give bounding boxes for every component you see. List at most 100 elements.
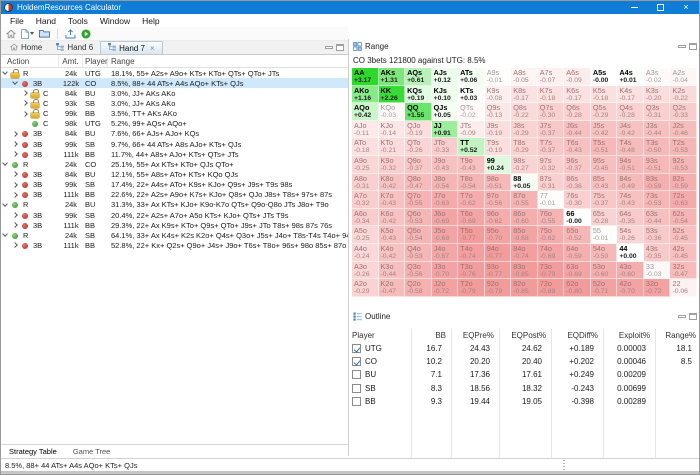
hand-cell-53o[interactable]: 53o -0.60 [590, 261, 618, 280]
outline-row[interactable]: UTG 16.7 24.43 24.62 +0.189 0.00003 18.1 [349, 342, 699, 355]
hand-cell-22[interactable]: 22 -0.06 [670, 279, 697, 297]
chevron-right-icon[interactable] [12, 191, 18, 198]
hand-cell-AQs[interactable]: AQs +0.61 [405, 68, 432, 86]
hand-cell-76o[interactable]: 76o -0.55 [537, 208, 565, 227]
hand-cell-J3o[interactable]: J3o -0.70 [431, 261, 459, 280]
hand-cell-AJs[interactable]: AJs +0.12 [431, 68, 459, 86]
hand-cell-T6o[interactable]: T6o -0.69 [458, 208, 485, 227]
tab-strategy-table[interactable]: Strategy Table [1, 447, 65, 456]
hand-cell-A3o[interactable]: A3o -0.26 [352, 261, 379, 280]
hand-cell-K4o[interactable]: K4o -0.42 [378, 243, 406, 262]
chevron-down-icon[interactable] [2, 69, 8, 75]
hand-cell-K6s[interactable]: K6s -0.17 [564, 85, 591, 104]
hand-cell-Q8s[interactable]: Q8s -0.22 [511, 103, 538, 121]
hand-cell-J2o[interactable]: J2o -0.72 [431, 279, 459, 297]
hand-cell-92s[interactable]: 92s -0.53 [670, 155, 697, 174]
hand-cell-88[interactable]: 88 +0.05 [511, 173, 538, 192]
range-panel-header[interactable]: Range [349, 39, 699, 53]
hand-cell-J6o[interactable]: J6o -0.69 [431, 208, 459, 227]
hand-cell-T8s[interactable]: T8s -0.29 [511, 138, 538, 156]
hand-cell-KJs[interactable]: KJs +0.10 [431, 85, 459, 104]
hand-cell-J4o[interactable]: J4o -0.67 [431, 243, 459, 262]
hand-cell-64s[interactable]: 64s -0.35 [617, 208, 644, 227]
hand-cell-K9s[interactable]: K9s -0.08 [484, 85, 512, 104]
menu-help[interactable]: Help [136, 16, 165, 26]
hand-cell-42s[interactable]: 42s -0.45 [670, 243, 697, 262]
chevron-right-icon[interactable] [22, 110, 28, 117]
hand-cell-66[interactable]: 66 -0.00 [564, 208, 591, 227]
tree-row[interactable]: C 93k SB 3.0%, JJ+ AKs AKo [1, 98, 348, 108]
hand-cell-44[interactable]: 44 +0.00 [617, 243, 644, 262]
hand-cell-ATo[interactable]: ATo -0.18 [352, 138, 379, 156]
maximize-panel-icon[interactable] [689, 42, 697, 50]
hand-cell-64o[interactable]: 64o -0.59 [564, 243, 591, 262]
chevron-right-icon[interactable] [12, 181, 18, 188]
hand-cell-76s[interactable]: 76s -0.30 [564, 191, 591, 209]
hand-cell-KK[interactable]: KK +2.26 [378, 85, 406, 104]
hand-cell-AJo[interactable]: AJo -0.11 [352, 120, 379, 139]
hand-cell-T9s[interactable]: T9s -0.19 [484, 138, 512, 156]
hand-cell-65s[interactable]: 65s -0.28 [590, 208, 618, 227]
hand-cell-TT[interactable]: TT +0.52 [458, 138, 485, 156]
hand-cell-J7o[interactable]: J7o -0.63 [431, 191, 459, 209]
tree-row[interactable]: C 98k UTG 5.2%, 99+ AQs+ AQo+ [1, 119, 348, 129]
chevron-right-icon[interactable] [12, 131, 18, 137]
hand-cell-Q9o[interactable]: Q9o -0.37 [405, 155, 432, 174]
column-header-amt[interactable]: Amt. [59, 55, 83, 67]
player-checkbox[interactable] [352, 396, 361, 406]
titlebar[interactable]: HoldemResources Calculator × [1, 1, 699, 14]
minimize-panel-icon[interactable] [678, 314, 686, 318]
chevron-right-icon[interactable] [12, 151, 18, 158]
hand-cell-Q2o[interactable]: Q2o -0.58 [405, 279, 432, 297]
tree-row[interactable]: R 24k BU 31.3%, 33+ Ax KTs+ KJo+ K9o-K7o QT… [1, 200, 348, 210]
chevron-down-icon[interactable] [2, 201, 8, 207]
chevron-right-icon[interactable] [12, 141, 18, 147]
hand-cell-A6s[interactable]: A6s -0.09 [564, 68, 591, 86]
hand-cell-94o[interactable]: 94o -0.77 [484, 243, 512, 262]
hand-cell-K8s[interactable]: K8s -0.17 [511, 85, 538, 104]
hand-cell-A6o[interactable]: A6o -0.34 [352, 208, 379, 227]
hand-cell-T5o[interactable]: T5o -0.77 [458, 226, 485, 244]
tree-row[interactable]: 3B 84k BU 7.6%, 66+ AJs+ AJo+ KQs [1, 129, 348, 139]
hand-cell-Q7s[interactable]: Q7s -0.30 [537, 103, 565, 121]
hand-cell-T4s[interactable]: T4s -0.48 [617, 138, 644, 156]
chevron-right-icon[interactable] [12, 222, 18, 229]
hand-cell-A8s[interactable]: A8s -0.05 [511, 68, 538, 86]
hand-cell-42o[interactable]: 42o -0.70 [617, 279, 644, 297]
minimize-panel-icon[interactable] [678, 44, 686, 48]
hand-cell-A7o[interactable]: A7o -0.32 [352, 191, 379, 209]
hand-cell-JTo[interactable]: JTo -0.33 [431, 138, 459, 156]
maximize-button[interactable] [647, 1, 673, 14]
hand-cell-ATs[interactable]: ATs +0.06 [458, 68, 485, 86]
hand-cell-T4o[interactable]: T4o -0.74 [458, 243, 485, 262]
hand-cell-Q7o[interactable]: Q7o -0.55 [405, 191, 432, 209]
outline-row[interactable]: BU 7.1 17.36 17.61 +0.249 0.00209 [349, 368, 699, 381]
hand-cell-63o[interactable]: 63o -0.69 [564, 261, 591, 280]
hand-cell-52s[interactable]: 52s -0.45 [670, 226, 697, 244]
hand-cell-33[interactable]: 33 -0.03 [643, 261, 671, 280]
hand-cell-Q2s[interactable]: Q2s -0.33 [670, 103, 697, 121]
hand-cell-A3s[interactable]: A3s -0.02 [643, 68, 671, 86]
hand-cell-85s[interactable]: 85s -0.43 [590, 173, 618, 192]
hand-cell-Q9s[interactable]: Q9s -0.13 [484, 103, 512, 121]
hand-cell-K3o[interactable]: K3o -0.44 [378, 261, 406, 280]
hand-cell-T5s[interactable]: T5s -0.51 [590, 138, 618, 156]
hand-cell-62s[interactable]: 62s -0.54 [670, 208, 697, 227]
hand-cell-Q6s[interactable]: Q6s -0.28 [564, 103, 591, 121]
menu-file[interactable]: File [4, 16, 30, 26]
minimize-editor-icon[interactable] [325, 46, 333, 49]
hand-cell-QTo[interactable]: QTo -0.26 [405, 138, 432, 156]
hand-cell-A5o[interactable]: A5o -0.25 [352, 226, 379, 244]
hand-cell-JJ[interactable]: JJ +0.91 [431, 120, 459, 139]
hand-cell-Q3o[interactable]: Q3o -0.56 [405, 261, 432, 280]
player-checkbox[interactable] [352, 370, 361, 380]
outline-row[interactable]: SB 8.3 18.56 18.32 -0.243 0.00699 [349, 382, 699, 395]
tree-row[interactable]: R 24k SB 64.1%, 33+ Ax K4s+ K2s K2o+ Q4s+ Q… [1, 230, 348, 240]
hand-cell-Q6o[interactable]: Q6o -0.53 [405, 208, 432, 227]
hand-cell-K4s[interactable]: K4s -0.17 [617, 85, 644, 104]
hand-cell-J5s[interactable]: J5s -0.42 [590, 120, 618, 139]
hand-cell-83s[interactable]: 83s -0.59 [643, 173, 671, 192]
home-toolbar-button[interactable] [6, 29, 16, 39]
hand-cell-Q5o[interactable]: Q5o -0.54 [405, 226, 432, 244]
hand-cell-J9o[interactable]: J9o -0.43 [431, 155, 459, 174]
